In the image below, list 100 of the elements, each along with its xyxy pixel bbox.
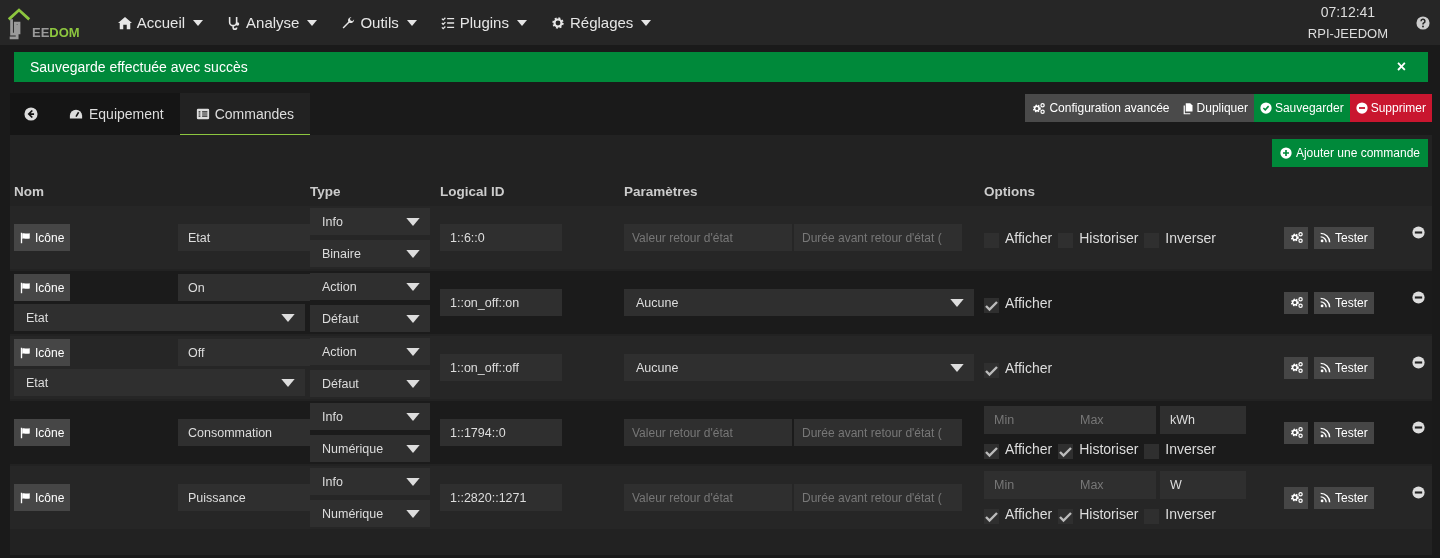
- add-command-button[interactable]: Ajouter une commande: [1271, 139, 1428, 167]
- remove-button[interactable]: [1412, 226, 1425, 239]
- host-name: RPI-JEEDOM: [1307, 26, 1388, 41]
- name-field[interactable]: On: [178, 274, 310, 301]
- logical-id-field[interactable]: 1::on_off::on: [440, 289, 562, 316]
- type-select[interactable]: Info: [310, 208, 430, 235]
- remove-button[interactable]: [1412, 421, 1425, 434]
- nav-menu[interactable]: Analyse: [215, 0, 330, 45]
- subtype-select[interactable]: Numérique: [310, 435, 430, 462]
- logical-id-field[interactable]: 1::6::0: [440, 224, 562, 251]
- checkbox[interactable]: [984, 444, 999, 459]
- type-select[interactable]: Info: [310, 468, 430, 495]
- unit-field[interactable]: W: [1160, 471, 1246, 499]
- column-header: Type: [310, 183, 342, 199]
- test-button[interactable]: Tester: [1314, 421, 1374, 444]
- action-button[interactable]: Dupliquer: [1175, 94, 1254, 122]
- action-button[interactable]: Sauvegarder: [1253, 94, 1350, 122]
- advanced-config-button[interactable]: [1284, 421, 1308, 444]
- close-button[interactable]: ×: [1390, 57, 1412, 77]
- max-field[interactable]: Max: [1070, 471, 1156, 499]
- min-field[interactable]: Min: [984, 471, 1070, 499]
- advanced-config-button[interactable]: [1284, 486, 1308, 509]
- parameter-field[interactable]: Durée avant retour d'état (: [794, 419, 962, 446]
- caret-icon: [406, 19, 417, 26]
- remove-button[interactable]: [1412, 356, 1425, 369]
- caret-icon: [406, 444, 420, 453]
- subtype-select[interactable]: Défaut: [310, 305, 430, 332]
- test-button[interactable]: Tester: [1314, 486, 1374, 509]
- nav-menu[interactable]: Accueil: [105, 0, 216, 45]
- tab[interactable]: Equipement: [52, 93, 180, 135]
- parameter-field[interactable]: Durée avant retour d'état (: [794, 224, 962, 251]
- checkbox-label: Afficher: [1005, 505, 1053, 522]
- parameter-field[interactable]: Valeur retour d'état: [624, 419, 792, 446]
- logical-id-field[interactable]: 1::on_off::off: [440, 354, 562, 381]
- advanced-config-button[interactable]: [1284, 226, 1308, 249]
- action-button[interactable]: Supprimer: [1349, 94, 1432, 122]
- logical-id-field[interactable]: 1::2820::1271: [440, 484, 562, 511]
- test-button[interactable]: Tester: [1314, 356, 1374, 379]
- checkbox[interactable]: [1058, 509, 1074, 524]
- caret-icon: [307, 19, 318, 26]
- value-select[interactable]: Etat: [14, 369, 305, 396]
- gear-icon: [550, 15, 565, 30]
- checkbox[interactable]: [1058, 444, 1074, 459]
- icon-picker-button[interactable]: Icône: [14, 419, 71, 446]
- action-button[interactable]: Configuration avancée: [1025, 94, 1176, 122]
- parameter-field[interactable]: Valeur retour d'état: [624, 224, 792, 251]
- caret-icon: [406, 249, 420, 258]
- caret-icon: [950, 363, 964, 372]
- check-circle-icon: [1259, 102, 1272, 114]
- gears-icon: [1288, 361, 1304, 374]
- name-field[interactable]: Etat: [178, 224, 310, 251]
- name-field[interactable]: Off: [178, 339, 310, 366]
- flag-icon: [20, 426, 32, 439]
- subtype-select[interactable]: Défaut: [310, 370, 430, 397]
- parameter-select[interactable]: Aucune: [624, 354, 974, 381]
- plus-circle-icon: [1279, 147, 1292, 159]
- checklist-icon: [440, 15, 455, 30]
- test-button[interactable]: Tester: [1314, 226, 1374, 249]
- checkbox-label: Historiser: [1079, 505, 1139, 522]
- table-list-icon: [195, 106, 210, 121]
- remove-button[interactable]: [1412, 291, 1425, 304]
- icon-picker-button[interactable]: Icône: [14, 224, 71, 251]
- minus-circle-icon: [1412, 421, 1425, 434]
- value-select[interactable]: Etat: [14, 304, 305, 331]
- type-select[interactable]: Action: [310, 273, 430, 300]
- advanced-config-button[interactable]: [1284, 291, 1308, 314]
- nav-menu[interactable]: Réglages: [538, 0, 664, 45]
- name-field[interactable]: Consommation: [178, 419, 310, 446]
- subtype-select[interactable]: Numérique: [310, 500, 430, 527]
- type-select[interactable]: Action: [310, 338, 430, 365]
- minus-circle-icon: [1412, 226, 1425, 239]
- max-field[interactable]: Max: [1070, 406, 1156, 434]
- advanced-config-button[interactable]: [1284, 356, 1308, 379]
- parameter-select[interactable]: Aucune: [624, 289, 974, 316]
- logical-id-field[interactable]: 1::1794::0: [440, 419, 562, 446]
- subtype-select[interactable]: Binaire: [310, 240, 430, 267]
- icon-picker-button[interactable]: Icône: [14, 484, 71, 511]
- name-field[interactable]: Puissance: [178, 484, 310, 511]
- remove-button[interactable]: [1412, 486, 1425, 499]
- unit-field[interactable]: kWh: [1160, 406, 1246, 434]
- minus-circle-icon: [1355, 102, 1368, 114]
- checkbox-label: Afficher: [1005, 440, 1053, 457]
- parameter-field[interactable]: Valeur retour d'état: [624, 484, 792, 511]
- icon-picker-button[interactable]: Icône: [14, 274, 71, 301]
- test-button[interactable]: Tester: [1314, 291, 1374, 314]
- tab[interactable]: Commandes: [179, 93, 311, 135]
- logo-text: EEDOM: [32, 25, 80, 39]
- home-icon: [117, 15, 132, 30]
- type-select[interactable]: Info: [310, 403, 430, 430]
- checkbox-label: Historiser: [1079, 229, 1139, 246]
- flag-icon: [20, 281, 32, 294]
- caret-icon: [406, 509, 420, 518]
- checkbox[interactable]: [984, 363, 999, 378]
- checkbox[interactable]: [984, 509, 999, 524]
- parameter-field[interactable]: Durée avant retour d'état (: [794, 484, 962, 511]
- nav-menu[interactable]: Outils: [329, 0, 429, 45]
- checkbox[interactable]: [984, 298, 999, 313]
- nav-menu[interactable]: Plugins: [428, 0, 539, 45]
- min-field[interactable]: Min: [984, 406, 1070, 434]
- icon-picker-button[interactable]: Icône: [14, 339, 71, 366]
